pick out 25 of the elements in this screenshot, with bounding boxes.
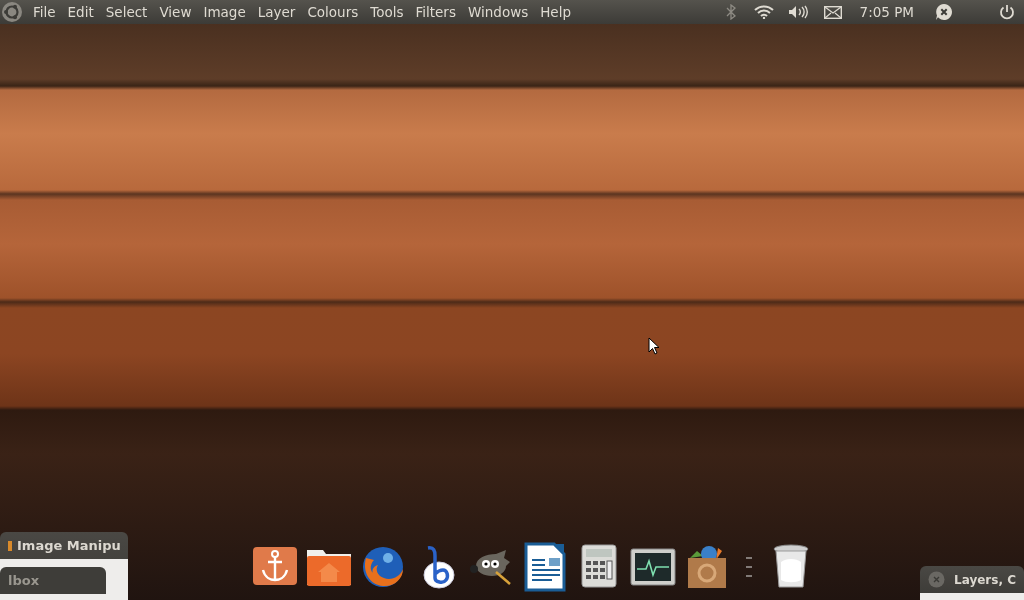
window-title: Layers, C <box>954 571 1016 589</box>
menu-item[interactable]: Colours <box>301 0 365 24</box>
power-icon[interactable] <box>999 4 1015 20</box>
bluetooth-icon[interactable] <box>725 4 736 20</box>
window-title: lbox <box>8 571 40 590</box>
logo-icon[interactable] <box>1 1 23 23</box>
menu-item[interactable]: Edit <box>61 0 100 24</box>
menu-item[interactable]: Windows <box>461 0 535 24</box>
workspace-switcher-icon[interactable] <box>743 554 755 580</box>
volume-icon[interactable] <box>787 5 808 19</box>
menu-item[interactable]: Select <box>99 0 154 24</box>
clock-text[interactable]: 7:05 PM <box>859 1 914 23</box>
menu-item[interactable]: View <box>153 0 198 24</box>
mouse-pointer-icon <box>648 337 660 355</box>
menu-item[interactable]: Layer <box>251 0 302 24</box>
app-icon <box>8 540 12 551</box>
menu-item[interactable]: Filters <box>409 0 462 24</box>
menu-item[interactable]: File <box>27 0 62 24</box>
window-title: Image Manipu <box>17 536 121 555</box>
chat-status-icon[interactable] <box>935 3 953 21</box>
mail-icon[interactable] <box>823 5 842 19</box>
menu-item[interactable]: Help <box>534 0 577 24</box>
wifi-icon[interactable] <box>753 5 774 19</box>
menu-item[interactable]: Tools <box>364 0 410 24</box>
menu-item[interactable]: Image <box>197 0 252 24</box>
